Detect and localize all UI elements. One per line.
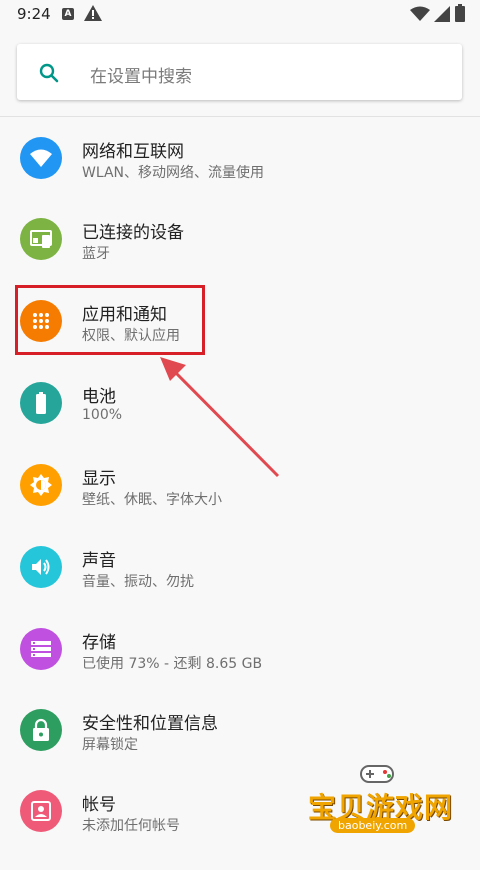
highlight-box: [15, 285, 205, 355]
settings-item-battery[interactable]: 电池 100%: [0, 382, 480, 462]
account-icon-circle: [20, 790, 62, 832]
storage-icon-circle: [20, 628, 62, 670]
item-subtitle: 100%: [82, 407, 123, 423]
devices-icon: [30, 230, 52, 248]
item-title: 声音: [82, 551, 116, 571]
display-icon-circle: [20, 464, 62, 506]
wifi-status-icon: [410, 6, 430, 21]
item-subtitle: 屏幕锁定: [82, 737, 138, 753]
divider: [0, 116, 480, 117]
sound-icon-circle: [20, 546, 62, 588]
item-subtitle: WLAN、移动网络、流量使用: [82, 165, 265, 181]
item-title: 网络和互联网: [82, 142, 184, 162]
search-placeholder: 在设置中搜索: [90, 67, 192, 87]
item-title: 安全性和位置信息: [82, 714, 218, 734]
item-subtitle: 音量、振动、勿扰: [82, 574, 194, 590]
lock-icon: [33, 718, 49, 741]
brightness-icon: [30, 474, 52, 496]
settings-item-sound[interactable]: 声音 音量、振动、勿扰: [0, 546, 480, 626]
item-title: 显示: [82, 469, 116, 489]
item-subtitle: 蓝牙: [82, 246, 110, 262]
signal-icon: [434, 6, 450, 22]
account-icon: [31, 801, 51, 821]
devices-icon-circle: [20, 218, 62, 260]
settings-item-display[interactable]: 显示 壁纸、休眠、字体大小: [0, 464, 480, 544]
item-title: 帐号: [82, 795, 116, 815]
storage-icon: [31, 641, 51, 657]
warning-icon: [84, 5, 102, 21]
notification-a-icon: A: [62, 8, 74, 20]
item-subtitle: 未添加任何帐号: [82, 818, 180, 834]
item-title: 电池: [82, 387, 116, 407]
network-icon-circle: [20, 137, 62, 179]
notification-a-letter: A: [64, 9, 72, 19]
item-title: 存储: [82, 633, 116, 653]
gamepad-icon: [360, 765, 394, 783]
battery-icon: [36, 392, 46, 414]
battery-icon-circle: [20, 382, 62, 424]
item-subtitle: 已使用 73% - 还剩 8.65 GB: [82, 656, 263, 672]
status-time: 9:24: [17, 5, 51, 23]
wifi-icon: [30, 149, 52, 167]
status-bar: 9:24 A: [0, 0, 480, 30]
watermark-url: baobeiy.com: [330, 818, 416, 833]
battery-status-icon: [455, 4, 465, 22]
settings-item-storage[interactable]: 存储 已使用 73% - 还剩 8.65 GB: [0, 628, 480, 708]
volume-icon: [32, 559, 50, 575]
item-subtitle: 壁纸、休眠、字体大小: [82, 492, 222, 508]
search-icon: [39, 63, 59, 83]
item-title: 已连接的设备: [82, 223, 184, 243]
settings-item-network[interactable]: 网络和互联网 WLAN、移动网络、流量使用: [0, 137, 480, 217]
search-bar[interactable]: 在设置中搜索: [17, 44, 462, 100]
security-icon-circle: [20, 709, 62, 751]
watermark-logo: 宝贝游戏网 baobeiy.com: [300, 762, 460, 850]
